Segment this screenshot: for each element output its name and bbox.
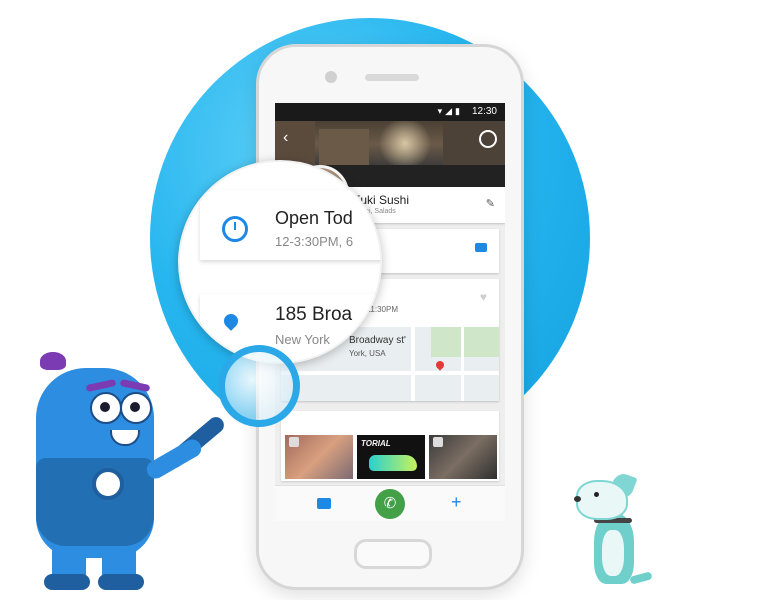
location-pin-icon bbox=[221, 311, 241, 331]
heart-icon[interactable]: ♥ bbox=[480, 290, 487, 304]
call-button[interactable]: ✆ bbox=[375, 489, 405, 519]
back-arrow-icon[interactable]: ‹ bbox=[283, 129, 288, 147]
edit-icon[interactable]: ✎ bbox=[486, 197, 495, 210]
map-road bbox=[411, 327, 415, 401]
instagram-post-thumbnail[interactable] bbox=[429, 435, 497, 479]
blue-monster-mascot bbox=[24, 350, 214, 600]
magnified-address-card: 185 Broa New York bbox=[200, 294, 380, 362]
phone-camera bbox=[325, 71, 337, 83]
chat-icon[interactable] bbox=[317, 498, 331, 509]
map-road bbox=[461, 327, 464, 401]
instagram-icon bbox=[433, 437, 443, 447]
message-icon[interactable] bbox=[475, 243, 487, 252]
dog-belly bbox=[602, 530, 624, 576]
bottom-action-bar: ✆ + bbox=[275, 485, 505, 521]
map-road bbox=[281, 371, 499, 375]
mascot-shirt bbox=[36, 458, 154, 546]
twitter-icon bbox=[289, 437, 299, 447]
mascot-hair bbox=[40, 352, 66, 370]
phone-home-button bbox=[354, 539, 432, 569]
magnified-hours-title: Open Tod bbox=[275, 208, 353, 228]
dog-eye bbox=[594, 492, 599, 497]
magnified-hours-card: Open Tod 12-3:30PM, 6 bbox=[200, 190, 380, 260]
hero-building bbox=[443, 123, 505, 169]
magnified-hours-sub: 12-3:30PM, 6 bbox=[275, 234, 354, 249]
mascot-shoe bbox=[44, 574, 90, 590]
magnifying-glass-icon bbox=[218, 345, 300, 427]
mascot-eye bbox=[120, 392, 152, 424]
social-media-strip: TORIAL bbox=[281, 411, 499, 481]
dog-nose bbox=[574, 496, 581, 502]
mascot-eye bbox=[90, 392, 122, 424]
dog-tail bbox=[629, 571, 653, 585]
dog-head bbox=[576, 480, 628, 520]
mascot-logo-badge bbox=[92, 468, 124, 500]
add-icon[interactable]: + bbox=[451, 492, 462, 513]
tutorial-post-thumbnail[interactable]: TORIAL bbox=[357, 435, 425, 479]
sneaker-image bbox=[369, 455, 417, 471]
clock-icon bbox=[222, 216, 248, 242]
magnified-city: New York bbox=[275, 332, 330, 347]
status-icons: ▾◢▮ bbox=[437, 106, 463, 116]
magnified-detail-view: Open Tod 12-3:30PM, 6 185 Broa New York bbox=[178, 160, 382, 364]
camera-icon[interactable] bbox=[479, 130, 497, 148]
twitter-post-thumbnail[interactable] bbox=[285, 435, 353, 479]
map-park bbox=[431, 327, 499, 357]
status-bar: ▾◢▮ 12:30 bbox=[275, 103, 505, 121]
illustration-stage: ▾◢▮ 12:30 ‹ Fuki Sushi Sushi, Salads ✎ 6… bbox=[0, 0, 772, 600]
magnified-address: 185 Broa bbox=[275, 304, 353, 325]
status-time: 12:30 bbox=[471, 106, 497, 117]
mascot-shoe bbox=[98, 574, 144, 590]
hero-building bbox=[319, 129, 369, 169]
dog-mascot bbox=[572, 470, 672, 594]
phone-speaker bbox=[365, 74, 419, 81]
map-pin-icon bbox=[434, 359, 446, 371]
hero-light bbox=[375, 121, 435, 166]
tutorial-label: TORIAL bbox=[361, 439, 391, 448]
